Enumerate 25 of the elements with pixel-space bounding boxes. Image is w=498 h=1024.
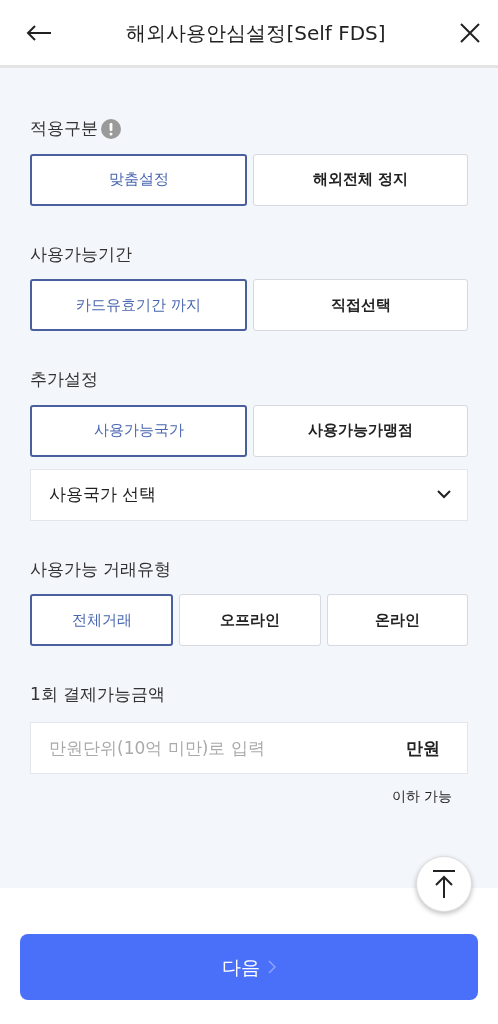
option-button[interactable]: 맞춤설정 (30, 153, 247, 206)
option-button[interactable]: 오프라인 (179, 594, 321, 646)
option-button[interactable]: 카드유효기간 까지 (30, 279, 247, 331)
chevron-right-icon (268, 960, 276, 974)
section-label: 사용가능기간 (30, 242, 132, 266)
info-icon[interactable] (101, 118, 121, 139)
option-button[interactable]: 온라인 (326, 594, 468, 646)
country-select[interactable]: 사용국가 선택 (30, 468, 468, 521)
section-label: 사용가능 거래유형 (30, 557, 172, 581)
note-text: 이하 가능 (390, 786, 453, 806)
option-button[interactable]: 사용가능가맹점 (253, 404, 468, 457)
option-button[interactable]: 전체거래 (30, 594, 174, 646)
option-button[interactable]: 직접선택 (253, 279, 468, 331)
option-button[interactable]: 해외전체 정지 (253, 153, 468, 206)
back-icon[interactable] (26, 24, 52, 41)
section-label: 추가설정 (30, 368, 98, 391)
close-icon[interactable] (460, 22, 480, 43)
chevron-down-icon (437, 490, 451, 499)
arrow-up-icon (431, 869, 457, 899)
option-button[interactable]: 사용가능국가 (30, 404, 247, 457)
next-button[interactable]: 다음 (20, 934, 478, 1000)
section-label: 1회 결제가능금액 (30, 683, 166, 706)
section-label: 적용구분 (30, 117, 98, 140)
unit-label: 만원 (406, 736, 440, 760)
page-title: 해외사용안심설정[Self FDS] (126, 19, 386, 47)
